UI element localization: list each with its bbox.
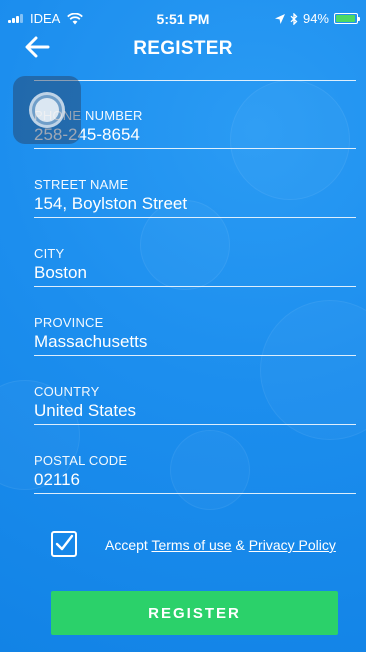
city-input[interactable] <box>34 262 356 287</box>
previous-field-underline <box>34 80 356 81</box>
checkmark-icon <box>55 534 74 551</box>
location-icon <box>274 13 285 24</box>
accept-terms-checkbox[interactable] <box>51 531 77 557</box>
battery-percent: 94% <box>302 11 329 26</box>
accept-label: Accept <box>105 537 148 553</box>
country-label: COUNTRY <box>34 384 100 399</box>
touch-dot <box>35 98 59 122</box>
status-right: 94% <box>274 11 360 26</box>
register-screen: IDEA 5:51 PM 94% REGISTER PHONE NUMBER 2… <box>0 0 366 652</box>
phone-number-input[interactable] <box>34 124 356 149</box>
postal-code-input[interactable] <box>34 469 356 494</box>
register-button[interactable]: REGISTER <box>51 591 338 635</box>
phone-number-label: PHONE NUMBER <box>34 108 143 123</box>
terms-text: Accept Terms of use & Privacy Policy <box>105 537 336 553</box>
status-bar: IDEA 5:51 PM 94% <box>0 0 366 34</box>
province-field: PROVINCE <box>34 315 356 356</box>
terms-of-use-link[interactable]: Terms of use <box>151 537 231 553</box>
postal-code-field: POSTAL CODE <box>34 453 356 494</box>
page-title: REGISTER <box>133 38 233 59</box>
privacy-policy-link[interactable]: Privacy Policy <box>249 537 336 553</box>
street-name-label: STREET NAME <box>34 177 129 192</box>
touch-indicator <box>13 76 81 144</box>
street-name-input[interactable] <box>34 193 356 218</box>
city-label: CITY <box>34 246 65 261</box>
country-input[interactable] <box>34 400 356 425</box>
province-input[interactable] <box>34 331 356 356</box>
bluetooth-icon <box>290 12 298 25</box>
province-label: PROVINCE <box>34 315 104 330</box>
street-name-field: STREET NAME <box>34 177 356 218</box>
phone-number-field: PHONE NUMBER <box>34 108 356 149</box>
city-field: CITY <box>34 246 356 287</box>
and-label: & <box>235 537 245 553</box>
battery-icon <box>334 13 360 24</box>
country-field: COUNTRY <box>34 384 356 425</box>
postal-code-label: POSTAL CODE <box>34 453 128 468</box>
